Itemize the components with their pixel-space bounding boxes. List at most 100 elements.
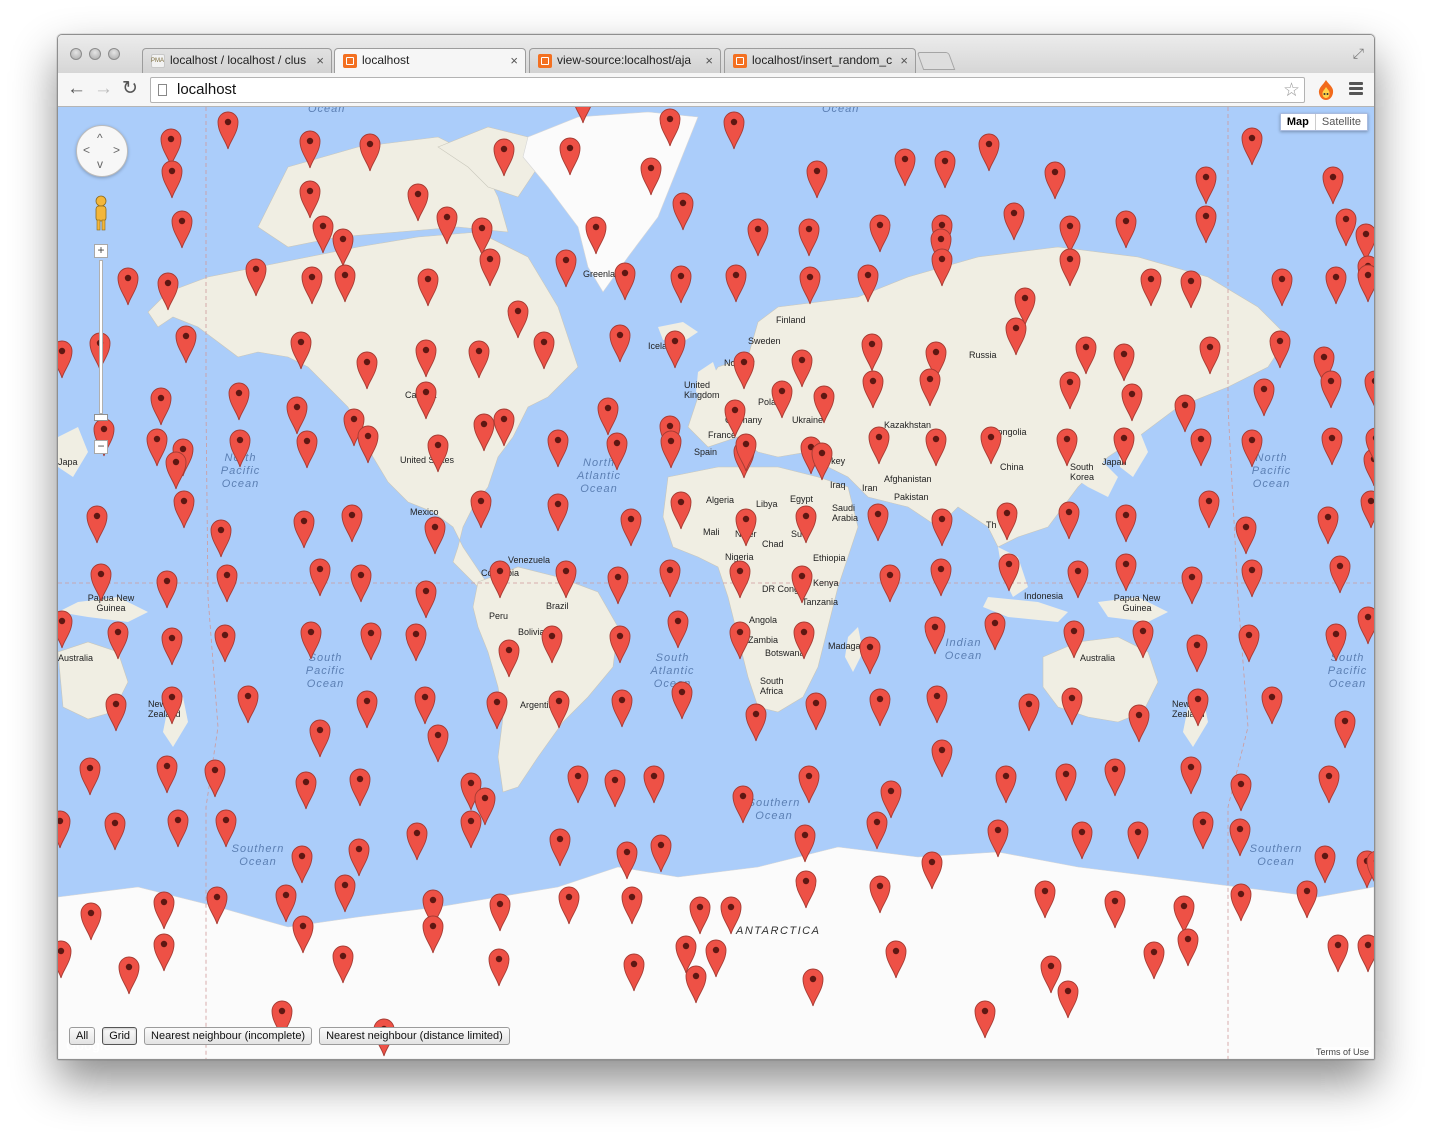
map-marker-icon[interactable]: [460, 810, 482, 849]
new-tab-button[interactable]: [916, 52, 956, 70]
map-marker-icon[interactable]: [498, 639, 520, 678]
map-marker-icon[interactable]: [58, 610, 73, 649]
map-marker-icon[interactable]: [1059, 371, 1081, 410]
map-marker-icon[interactable]: [689, 896, 711, 935]
map-marker-icon[interactable]: [292, 915, 314, 954]
mode-nn-distance-button[interactable]: Nearest neighbour (distance limited): [319, 1027, 510, 1045]
map-marker-icon[interactable]: [861, 333, 883, 372]
map-marker-icon[interactable]: [58, 940, 72, 979]
map-marker-icon[interactable]: [424, 516, 446, 555]
map-marker-icon[interactable]: [934, 150, 956, 189]
map-marker-icon[interactable]: [798, 765, 820, 804]
map-marker-icon[interactable]: [407, 183, 429, 222]
tab-view-source[interactable]: view-source:localhost/aja ×: [529, 48, 721, 73]
map-marker-icon[interactable]: [885, 940, 907, 979]
map-marker-icon[interactable]: [341, 504, 363, 543]
map-marker-icon[interactable]: [473, 413, 495, 452]
map-marker-icon[interactable]: [1044, 161, 1066, 200]
map-marker-icon[interactable]: [609, 324, 631, 363]
map-marker-icon[interactable]: [468, 340, 490, 379]
pan-up-icon[interactable]: ^: [97, 132, 103, 144]
mode-nn-incomplete-button[interactable]: Nearest neighbour (incomplete): [144, 1027, 313, 1045]
map-marker-icon[interactable]: [334, 264, 356, 303]
map-marker-icon[interactable]: [1034, 880, 1056, 919]
map-marker-icon[interactable]: [670, 491, 692, 530]
map-marker-icon[interactable]: [349, 768, 371, 807]
map-marker-icon[interactable]: [1113, 343, 1135, 382]
map-marker-icon[interactable]: [735, 433, 757, 472]
map-marker-icon[interactable]: [1357, 934, 1374, 973]
map-marker-icon[interactable]: [415, 339, 437, 378]
map-marker-icon[interactable]: [640, 157, 662, 196]
map-marker-icon[interactable]: [1325, 266, 1347, 305]
minimize-window-button[interactable]: [89, 48, 101, 60]
map-marker-icon[interactable]: [857, 264, 879, 303]
map-marker-icon[interactable]: [1230, 773, 1252, 812]
map-marker-icon[interactable]: [309, 719, 331, 758]
map-marker-icon[interactable]: [427, 434, 449, 473]
tab-close-icon[interactable]: ×: [316, 49, 324, 72]
map-marker-icon[interactable]: [1104, 758, 1126, 797]
map-marker-icon[interactable]: [643, 765, 665, 804]
map-marker-icon[interactable]: [616, 841, 638, 880]
pan-control[interactable]: ^ v < >: [76, 125, 128, 177]
map-marker-icon[interactable]: [869, 214, 891, 253]
map-marker-icon[interactable]: [813, 385, 835, 424]
map-marker-icon[interactable]: [291, 845, 313, 884]
map-marker-icon[interactable]: [1113, 427, 1135, 466]
map-marker-icon[interactable]: [926, 685, 948, 724]
map-marker-icon[interactable]: [161, 627, 183, 666]
map-marker-icon[interactable]: [1190, 428, 1212, 467]
map-marker-icon[interactable]: [470, 490, 492, 529]
map-marker-icon[interactable]: [217, 111, 239, 150]
map-marker-icon[interactable]: [555, 249, 577, 288]
map-marker-icon[interactable]: [299, 180, 321, 219]
map-marker-icon[interactable]: [332, 228, 354, 267]
map-marker-icon[interactable]: [609, 625, 631, 664]
map-marker-icon[interactable]: [725, 264, 747, 303]
map-marker-icon[interactable]: [879, 564, 901, 603]
map-marker-icon[interactable]: [747, 218, 769, 257]
map-marker-icon[interactable]: [107, 621, 129, 660]
map-marker-icon[interactable]: [1132, 620, 1154, 659]
map-marker-icon[interactable]: [1063, 620, 1085, 659]
map-marker-icon[interactable]: [931, 508, 953, 547]
map-marker-icon[interactable]: [1104, 890, 1126, 929]
map-marker-icon[interactable]: [541, 625, 563, 664]
map-marker-icon[interactable]: [150, 387, 172, 426]
map-marker-icon[interactable]: [300, 621, 322, 660]
map-marker-icon[interactable]: [1317, 506, 1339, 545]
map-marker-icon[interactable]: [732, 785, 754, 824]
map-marker-icon[interactable]: [1180, 270, 1202, 309]
map-marker-icon[interactable]: [996, 502, 1018, 541]
map-marker-icon[interactable]: [80, 902, 102, 941]
terms-of-use-link[interactable]: Terms of Use: [1313, 1047, 1371, 1057]
map-marker-icon[interactable]: [1003, 202, 1025, 241]
map-marker-icon[interactable]: [984, 612, 1006, 651]
map-marker-icon[interactable]: [1357, 606, 1374, 645]
map-marker-icon[interactable]: [620, 508, 642, 547]
map-marker-icon[interactable]: [559, 137, 581, 176]
map-marker-icon[interactable]: [1056, 428, 1078, 467]
map-marker-icon[interactable]: [507, 300, 529, 339]
tab-localhost[interactable]: localhost ×: [334, 48, 526, 74]
map-marker-icon[interactable]: [547, 493, 569, 532]
map-marker-icon[interactable]: [998, 553, 1020, 592]
map-marker-icon[interactable]: [664, 330, 686, 369]
tab-phpmyadmin[interactable]: PMA localhost / localhost / clus ×: [142, 48, 332, 73]
map-marker-icon[interactable]: [86, 505, 108, 544]
map-marker-icon[interactable]: [925, 428, 947, 467]
map-marker-icon[interactable]: [173, 490, 195, 529]
map-marker-icon[interactable]: [312, 215, 334, 254]
map-marker-icon[interactable]: [866, 811, 888, 850]
map-marker-icon[interactable]: [1261, 686, 1283, 725]
map-marker-icon[interactable]: [295, 771, 317, 810]
zoom-window-button[interactable]: [108, 48, 120, 60]
map-marker-icon[interactable]: [729, 560, 751, 599]
map-marker-icon[interactable]: [1271, 268, 1293, 307]
map-marker-icon[interactable]: [1055, 763, 1077, 802]
map-marker-icon[interactable]: [672, 192, 694, 231]
map-marker-icon[interactable]: [791, 565, 813, 604]
map-marker-icon[interactable]: [671, 681, 693, 720]
map-marker-icon[interactable]: [919, 368, 941, 407]
